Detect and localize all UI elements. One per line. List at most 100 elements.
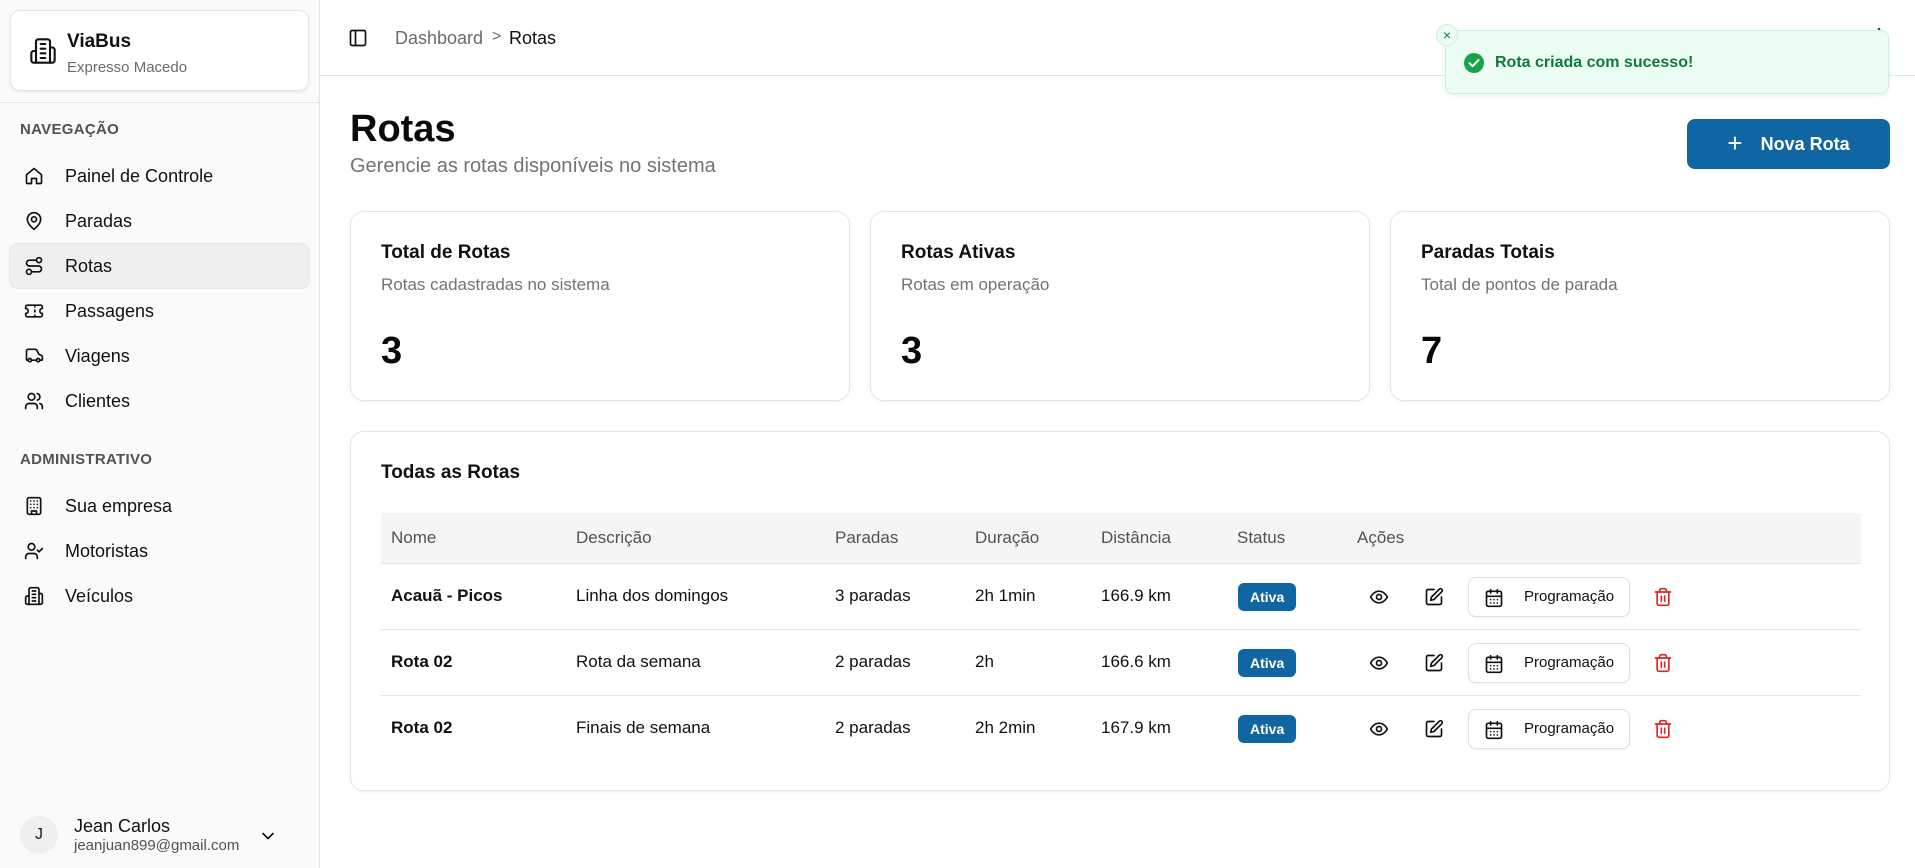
column-header-nome: Nome bbox=[391, 528, 437, 547]
stat-subtitle: Total de pontos de parada bbox=[1421, 275, 1618, 294]
sidebar-item-passagens[interactable]: Passagens bbox=[10, 289, 309, 333]
org-subtitle: Expresso Macedo bbox=[67, 59, 188, 76]
status-badge: Ativa bbox=[1238, 583, 1297, 611]
sidebar-item-clientes[interactable]: Clientes bbox=[10, 379, 309, 423]
toast-close-button[interactable]: × bbox=[1436, 24, 1458, 46]
schedule-button[interactable]: Programação bbox=[1468, 709, 1630, 749]
stat-subtitle: Rotas cadastradas no sistema bbox=[381, 275, 610, 294]
calendar-icon bbox=[1484, 720, 1504, 740]
stat-title: Total de Rotas bbox=[381, 242, 511, 263]
trash-icon[interactable] bbox=[1652, 718, 1674, 740]
sidebar-item-motoristas[interactable]: Motoristas bbox=[10, 529, 309, 573]
section-label-navegacao: NAVEGAÇÃO bbox=[20, 121, 120, 138]
stat-title: Paradas Totais bbox=[1421, 242, 1555, 263]
vehicle-icon bbox=[24, 586, 44, 606]
sidebar-item-label: Paradas bbox=[65, 211, 133, 231]
cell-distancia: 166.6 km bbox=[1101, 652, 1171, 671]
breadcrumb-dashboard[interactable]: Dashboard bbox=[395, 28, 483, 49]
sidebar-item-rotas[interactable]: Rotas bbox=[10, 244, 309, 288]
cell-nome: Rota 02 bbox=[391, 718, 453, 737]
page-title: Rotas bbox=[350, 108, 456, 150]
schedule-button[interactable]: Programação bbox=[1468, 577, 1630, 617]
avatar: J bbox=[20, 816, 58, 854]
sidebar-item-label: Veículos bbox=[65, 586, 134, 606]
check-circle-icon bbox=[1464, 53, 1484, 73]
table-row: Rota 02 Rota da semana 2 paradas 2h 166.… bbox=[381, 630, 1861, 696]
eye-icon[interactable] bbox=[1368, 718, 1390, 740]
edit-icon[interactable] bbox=[1423, 718, 1445, 740]
user-name: Jean Carlos bbox=[74, 816, 171, 836]
stat-card-rotas-ativas: Rotas Ativas Rotas em operação 3 bbox=[870, 211, 1370, 401]
cell-distancia: 166.9 km bbox=[1101, 586, 1171, 605]
breadcrumb-separator: > bbox=[492, 28, 502, 45]
org-name: ViaBus bbox=[67, 31, 132, 52]
cell-descricao: Finais de semana bbox=[576, 718, 711, 737]
stat-card-total-rotas: Total de Rotas Rotas cadastradas no sist… bbox=[350, 211, 850, 401]
sidebar-item-label: Viagens bbox=[65, 346, 130, 366]
stat-value: 7 bbox=[1421, 330, 1443, 372]
eye-icon[interactable] bbox=[1368, 586, 1390, 608]
sidebar-item-paradas[interactable]: Paradas bbox=[10, 199, 309, 243]
schedule-label: Programação bbox=[1524, 654, 1615, 671]
sidebar-item-veiculos[interactable]: Veículos bbox=[10, 574, 309, 618]
column-header-paradas: Paradas bbox=[835, 528, 899, 547]
cell-paradas: 2 paradas bbox=[835, 718, 911, 737]
new-route-button[interactable]: + Nova Rota bbox=[1687, 119, 1890, 169]
sidebar-item-label: Painel de Controle bbox=[65, 166, 214, 186]
cell-duracao: 2h 2min bbox=[975, 718, 1036, 737]
schedule-button[interactable]: Programação bbox=[1468, 643, 1630, 683]
user-menu[interactable]: J Jean Carlos jeanjuan899@gmail.com bbox=[0, 800, 320, 868]
cell-descricao: Linha dos domingos bbox=[576, 586, 729, 605]
eye-icon[interactable] bbox=[1368, 652, 1390, 674]
toast-notification: Rota criada com sucesso! bbox=[1445, 30, 1889, 94]
users-icon bbox=[24, 391, 44, 411]
sidebar: ViaBus Expresso Macedo NAVEGAÇÃO Painel … bbox=[0, 0, 320, 868]
map-pin-icon bbox=[24, 211, 44, 231]
routes-table-card: Todas as Rotas Nome Descrição Paradas Du… bbox=[350, 431, 1890, 791]
column-header-distancia: Distância bbox=[1101, 528, 1171, 547]
home-icon bbox=[24, 166, 44, 186]
cell-nome: Acauã - Picos bbox=[391, 586, 503, 605]
sidebar-item-label: Motoristas bbox=[65, 541, 149, 561]
cell-duracao: 2h bbox=[975, 652, 994, 671]
breadcrumb-current: Rotas bbox=[509, 28, 557, 48]
sidebar-item-viagens[interactable]: Viagens bbox=[10, 334, 309, 378]
status-badge: Ativa bbox=[1238, 649, 1297, 677]
sidebar-toggle-icon[interactable] bbox=[348, 28, 368, 48]
ticket-icon bbox=[24, 301, 44, 321]
plus-icon: + bbox=[1727, 127, 1743, 158]
cell-nome: Rota 02 bbox=[391, 652, 453, 671]
cell-paradas: 2 paradas bbox=[835, 652, 911, 671]
section-label-administrativo: ADMINISTRATIVO bbox=[20, 451, 153, 468]
sidebar-item-sua-empresa[interactable]: Sua empresa bbox=[10, 484, 309, 528]
sidebar-item-label: Rotas bbox=[65, 256, 113, 276]
edit-icon[interactable] bbox=[1423, 586, 1445, 608]
cell-descricao: Rota da semana bbox=[576, 652, 701, 671]
new-route-label: Nova Rota bbox=[1760, 133, 1850, 154]
column-header-descricao: Descrição bbox=[576, 528, 652, 547]
table-header: Nome Descrição Paradas Duração Distância… bbox=[381, 513, 1861, 564]
trash-icon[interactable] bbox=[1652, 586, 1674, 608]
sidebar-item-label: Sua empresa bbox=[65, 496, 173, 516]
sidebar-item-painel[interactable]: Painel de Controle bbox=[10, 154, 309, 198]
schedule-label: Programação bbox=[1524, 588, 1615, 605]
bus-icon bbox=[24, 346, 44, 366]
table-row: Acauã - Picos Linha dos domingos 3 parad… bbox=[381, 564, 1861, 630]
user-check-icon bbox=[24, 541, 44, 561]
trash-icon[interactable] bbox=[1652, 652, 1674, 674]
column-header-status: Status bbox=[1237, 528, 1286, 547]
table-row: Rota 02 Finais de semana 2 paradas 2h 2m… bbox=[381, 696, 1861, 762]
sidebar-item-label: Passagens bbox=[65, 301, 155, 321]
calendar-icon bbox=[1484, 588, 1504, 608]
schedule-label: Programação bbox=[1524, 720, 1615, 737]
stat-value: 3 bbox=[381, 330, 403, 372]
column-header-acoes: Ações bbox=[1357, 528, 1405, 547]
table-title: Todas as Rotas bbox=[381, 462, 521, 483]
chevron-down-icon bbox=[258, 826, 278, 846]
edit-icon[interactable] bbox=[1423, 652, 1445, 674]
cell-distancia: 167.9 km bbox=[1101, 718, 1171, 737]
building-icon bbox=[27, 35, 59, 67]
org-switcher[interactable]: ViaBus Expresso Macedo bbox=[10, 10, 309, 91]
route-icon bbox=[24, 256, 44, 276]
sidebar-item-label: Clientes bbox=[65, 391, 131, 411]
